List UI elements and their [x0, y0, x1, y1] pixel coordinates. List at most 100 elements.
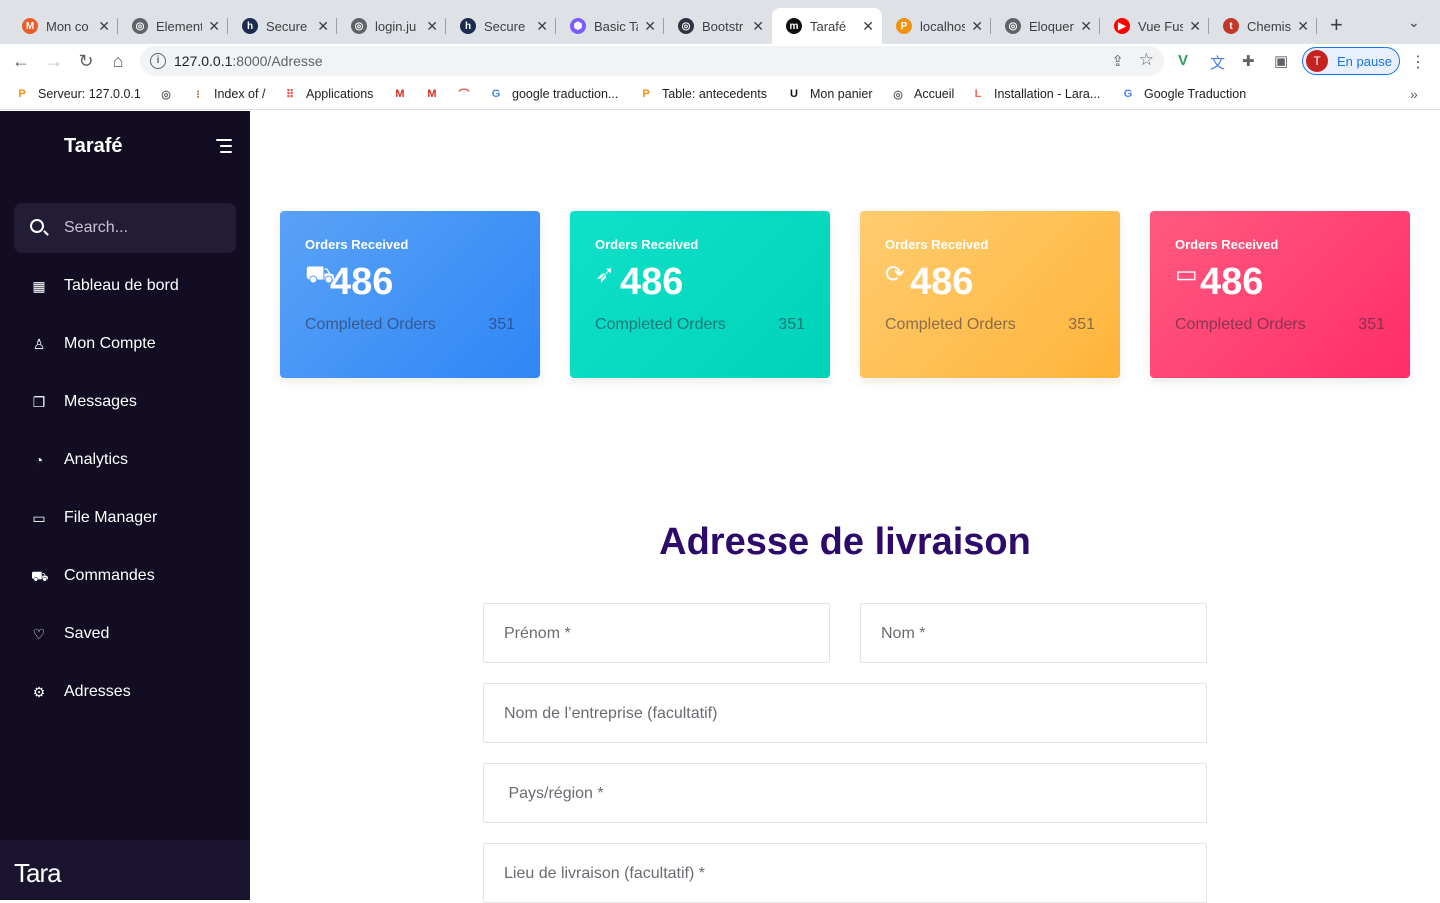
close-tab-icon[interactable]: ✕ — [1297, 18, 1309, 35]
address-bar[interactable]: i 127.0.0.1:8000/Adresse ⇪ ☆ — [140, 46, 1164, 76]
close-tab-icon[interactable]: ✕ — [98, 18, 110, 35]
page-title: Adresse de livraison — [659, 521, 1031, 563]
close-tab-icon[interactable]: ✕ — [644, 18, 656, 35]
stat-card-subtitle: Completed Orders — [595, 316, 726, 333]
search-input[interactable] — [64, 215, 224, 241]
footer-logo: Tara — [14, 858, 62, 888]
browser-tab[interactable]: ▶ Vue Fus ✕ — [1100, 8, 1209, 44]
sidebar-item-file-manager[interactable]: ▭ File Manager — [0, 496, 250, 540]
country-input[interactable] — [504, 781, 1186, 807]
stat-card-count: 351 — [778, 316, 805, 333]
close-tab-icon[interactable]: ✕ — [426, 18, 438, 35]
close-tab-icon[interactable]: ✕ — [1080, 18, 1092, 35]
bookmark-item[interactable]: ◎ — [158, 86, 182, 102]
country-field — [483, 763, 1207, 823]
stat-card-title: Orders Received — [595, 237, 699, 252]
close-tab-icon[interactable]: ✕ — [971, 18, 983, 35]
last-name-input[interactable] — [881, 621, 1186, 647]
tab-title: Eloquen — [1029, 18, 1075, 34]
side-panel-icon[interactable]: ▣ — [1274, 52, 1288, 70]
forward-arrow-icon[interactable]: → — [43, 50, 65, 72]
site-info-icon[interactable]: i — [150, 53, 166, 69]
delivery-place-input[interactable] — [504, 861, 1186, 887]
tab-title: Tarafé — [810, 18, 847, 34]
tab-favicon-icon: ◎ — [132, 18, 148, 34]
browser-menu-icon[interactable]: ⋮ — [1410, 52, 1426, 72]
browser-tab[interactable]: M Mon co ✕ — [8, 8, 118, 44]
first-name-field — [483, 603, 830, 663]
sidebar-item-analytics[interactable]: ◔ Analytics — [0, 438, 250, 482]
refresh-icon: ⟳ — [885, 261, 906, 288]
close-tab-icon[interactable]: ✕ — [1189, 18, 1201, 35]
apps-grid-icon: ⠿ — [285, 88, 295, 101]
sidebar-item-messages[interactable]: ❐ Messages — [0, 380, 250, 424]
bookmark-item[interactable]: ⌒ — [456, 86, 480, 102]
company-field — [483, 683, 1207, 743]
tab-title: Secure — [484, 18, 526, 34]
back-arrow-icon[interactable]: ← — [10, 50, 32, 72]
bookmark-star-icon[interactable]: ☆ — [1139, 50, 1154, 70]
vue-devtools-extension-icon[interactable]: V — [1178, 52, 1188, 69]
browser-tab[interactable]: ◎ Element ✕ — [118, 8, 228, 44]
stat-card-title: Orders Received — [305, 237, 409, 252]
sidebar-item-mon-compte[interactable]: ♙ Mon Compte — [0, 322, 250, 366]
close-tab-icon[interactable]: ✕ — [752, 18, 764, 35]
sidebar-item-label: File Manager — [64, 509, 158, 526]
bookmark-item[interactable]: L Installation - Lara... — [970, 86, 1101, 102]
bookmark-item[interactable]: ⠿ Applications — [282, 86, 373, 102]
close-tab-icon[interactable]: ✕ — [862, 18, 874, 35]
close-tab-icon[interactable]: ✕ — [536, 18, 548, 35]
browser-tab[interactable]: h Secure ✕ — [228, 8, 337, 44]
browser-tab[interactable]: t Chemis ✕ — [1209, 8, 1317, 44]
url-text[interactable]: 127.0.0.1:8000/Adresse — [174, 53, 323, 69]
browser-tab[interactable]: Plocalhos ✕ — [882, 8, 991, 44]
browser-tab[interactable]: ◎ Eloquen ✕ — [991, 8, 1100, 44]
translate-extension-icon[interactable]: 文 — [1210, 52, 1225, 73]
stat-card-subtitle: Completed Orders — [1175, 316, 1306, 333]
stat-card-title: Orders Received — [1175, 237, 1279, 252]
stat-card-value: 486 — [910, 261, 974, 303]
sidebar-item-adresses[interactable]: ⚙ Adresses — [0, 670, 250, 714]
close-tab-icon[interactable]: ✕ — [317, 18, 329, 35]
sidebar-item-tableau-de-bord[interactable]: ▦ Tableau de bord — [0, 264, 250, 308]
bookmark-item[interactable]: M — [392, 86, 416, 102]
panier-icon: U — [790, 88, 798, 100]
sidebar-item-label: Mon Compte — [64, 335, 156, 352]
stat-card-subtitle: Completed Orders — [885, 316, 1016, 333]
browser-tab[interactable]: ◎ login.ju ✕ — [337, 8, 446, 44]
menu-toggle-icon[interactable] — [216, 139, 234, 157]
laravel-icon: L — [974, 88, 982, 100]
delivery-place-field — [483, 843, 1207, 903]
browser-tab[interactable]: h Secure ✕ — [446, 8, 556, 44]
sidebar-item-commandes[interactable]: ⛟ Commandes — [0, 554, 250, 598]
bookmark-item[interactable]: P Serveur: 127.0.0.1 — [14, 86, 141, 102]
browser-tab[interactable]: ⬢ Basic Ta ✕ — [556, 8, 664, 44]
bookmark-item[interactable]: ◎ Accueil — [890, 86, 954, 102]
bookmark-item[interactable]: G Google Traduction — [1120, 86, 1246, 102]
more-bookmarks-icon[interactable]: » — [1410, 86, 1418, 102]
extensions-puzzle-icon[interactable]: ✚ — [1242, 52, 1255, 70]
tab-title: localhos — [920, 18, 966, 34]
bookmark-item[interactable]: U Mon panier — [786, 86, 873, 102]
bookmark-item[interactable]: Ggoogle traduction... — [488, 86, 619, 102]
cart-icon: ⛟ — [31, 568, 49, 584]
sidebar-item-saved[interactable]: ♡ Saved — [0, 612, 250, 656]
rainbow-icon: ⌒ — [458, 89, 470, 101]
first-name-input[interactable] — [504, 621, 809, 647]
share-icon[interactable]: ⇪ — [1111, 52, 1124, 70]
profile-button[interactable]: T En pause — [1302, 47, 1400, 75]
new-tab-button[interactable]: + — [1330, 12, 1343, 38]
bookmark-item[interactable]: P Table: antecedents — [638, 86, 767, 102]
close-tab-icon[interactable]: ✕ — [208, 18, 220, 35]
stat-card-count: 351 — [488, 316, 515, 333]
reload-icon[interactable]: ↻ — [75, 50, 97, 72]
company-input[interactable] — [504, 701, 1186, 727]
bookmark-item[interactable]: M — [424, 86, 448, 102]
dashboard-grid-icon: ▦ — [32, 278, 46, 294]
tab-favicon-icon: ▶ — [1114, 18, 1130, 34]
home-icon[interactable]: ⌂ — [107, 50, 129, 72]
tab-search-chevron-icon[interactable]: ⌄ — [1408, 14, 1420, 31]
bookmark-item[interactable]: ⁝ Index of / — [190, 86, 265, 102]
browser-tab[interactable]: ◎ Bootstr ✕ — [664, 8, 772, 44]
browser-tab[interactable]: m Tarafé ✕ — [772, 8, 882, 44]
